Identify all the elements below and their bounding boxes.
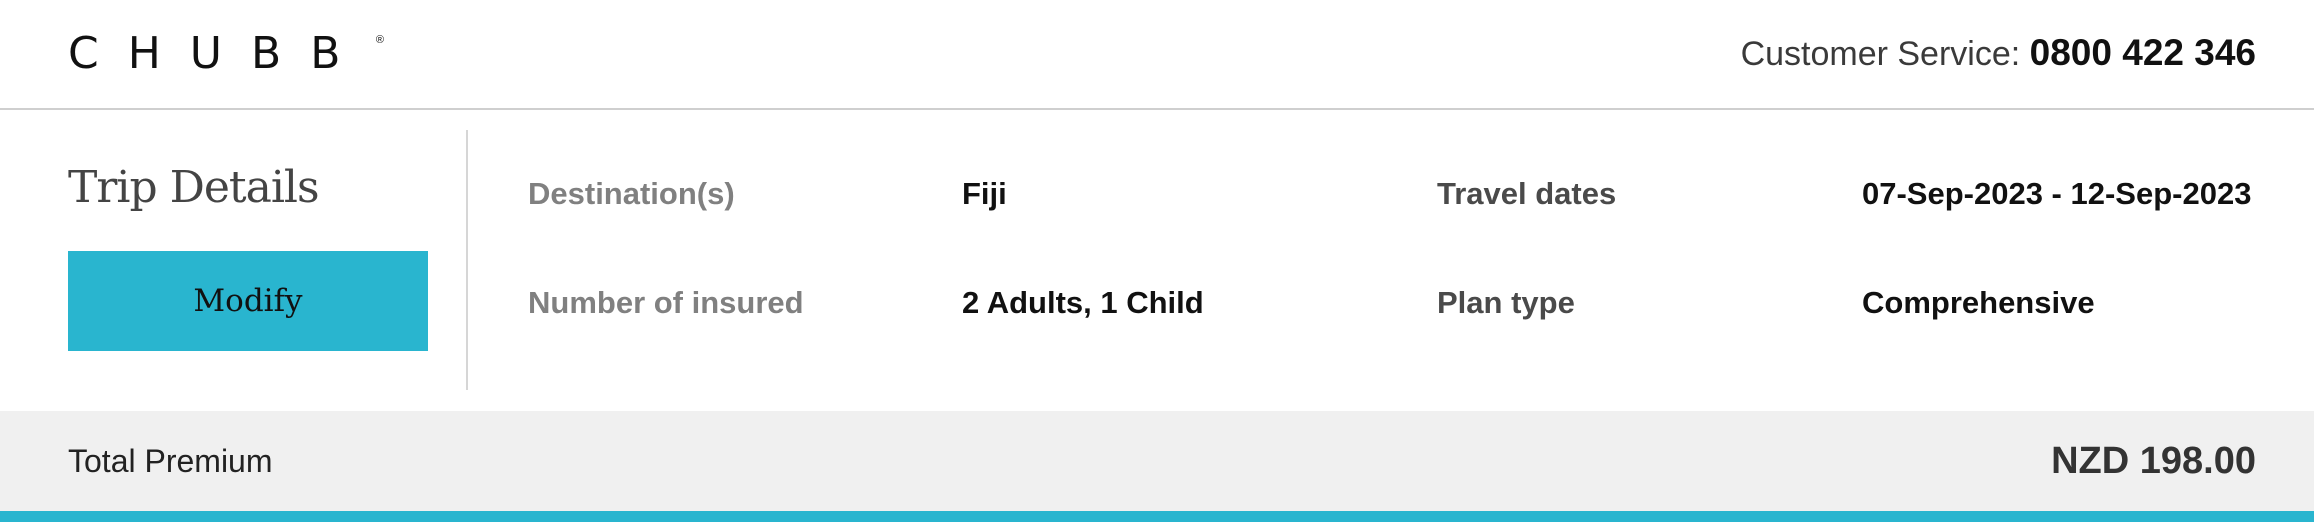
customer-service-phone[interactable]: 0800 422 346 (2030, 32, 2256, 73)
modify-button[interactable]: Modify (68, 251, 428, 351)
insured-value: 2 Adults, 1 Child (962, 285, 1204, 320)
travel-dates-label: Travel dates (1437, 176, 1617, 211)
plan-type-value: Comprehensive (1862, 285, 2095, 320)
vertical-divider (466, 130, 468, 390)
total-premium-bar: Total Premium NZD 198.00 (0, 411, 2314, 511)
logo-text: CHUBB (68, 28, 370, 79)
site-header: CHUBB ® Customer Service: 0800 422 346 (0, 0, 2314, 110)
insured-label: Number of insured (528, 285, 804, 320)
destination-label: Destination(s) (528, 176, 735, 211)
total-premium-label: Total Premium (68, 443, 273, 479)
trip-details-panel: Trip Details Modify Destination(s) Fiji … (0, 112, 2314, 410)
accent-divider (0, 511, 2314, 522)
chubb-logo[interactable]: CHUBB ® (68, 28, 384, 79)
plan-type-label: Plan type (1437, 285, 1575, 320)
customer-service-label: Customer Service: (1740, 35, 2021, 73)
trip-details-title: Trip Details (68, 162, 320, 213)
total-premium-value: NZD 198.00 (2051, 440, 2256, 482)
travel-dates-value: 07-Sep-2023 - 12-Sep-2023 (1862, 176, 2252, 211)
destination-value: Fiji (962, 176, 1007, 211)
registered-mark: ® (375, 34, 384, 46)
customer-service: Customer Service: 0800 422 346 (1741, 32, 2256, 74)
